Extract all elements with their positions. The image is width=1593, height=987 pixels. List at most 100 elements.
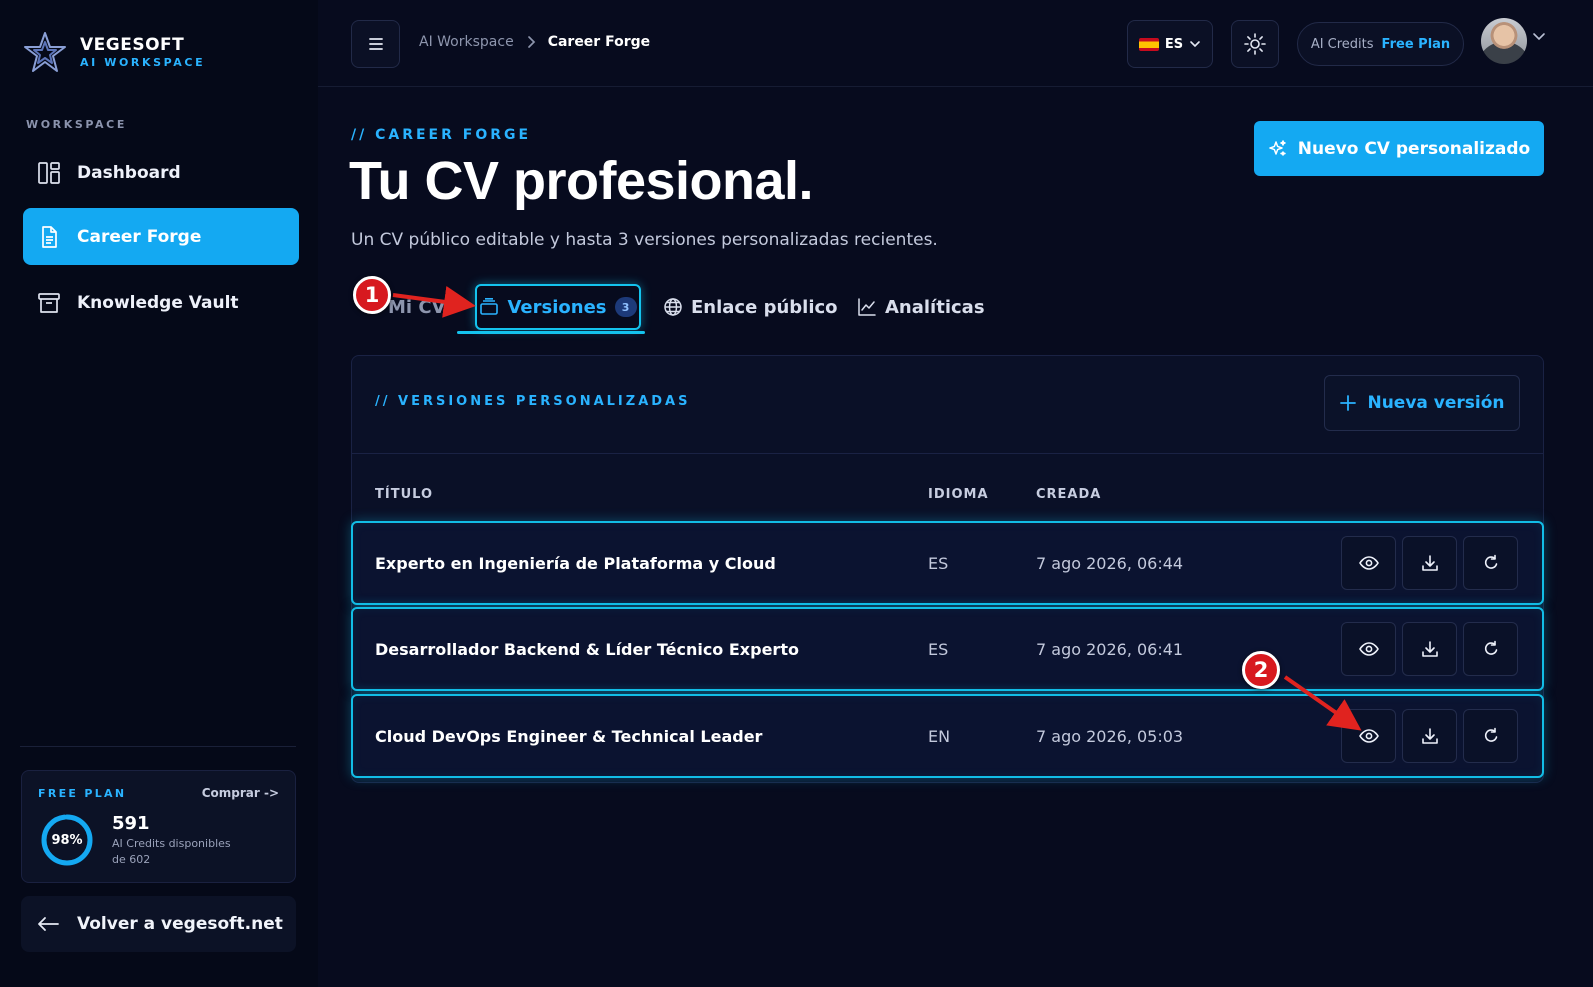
row-language: EN (928, 726, 951, 746)
back-to-site-button[interactable]: Volver a vegesoft.net (21, 896, 296, 952)
tab-public-link[interactable]: Enlace público (663, 284, 838, 330)
new-custom-cv-button[interactable]: Nuevo CV personalizado (1254, 121, 1544, 176)
refresh-icon (1484, 640, 1497, 655)
regenerate-button[interactable] (1463, 622, 1518, 676)
panel-title: // VERSIONES PERSONALIZADAS (375, 394, 691, 409)
versions-count-badge: 3 (614, 297, 637, 317)
topbar-divider (318, 86, 1593, 87)
download-icon (1421, 641, 1438, 657)
back-label: Volver a vegesoft.net (77, 914, 283, 934)
page-title: Tu CV profesional. (349, 151, 814, 211)
page-subtitle: Un CV público editable y hasta 3 version… (351, 230, 938, 250)
refresh-icon (1484, 554, 1497, 569)
credits-description: AI Credits disponibles de 602 (112, 836, 231, 868)
sidebar-item-knowledge-vault[interactable]: Knowledge Vault (23, 274, 299, 331)
star-logo-icon (24, 32, 66, 72)
column-header-language: IDIOMA (928, 487, 989, 502)
row-created: 7 ago 2026, 06:41 (1036, 639, 1184, 659)
line-chart-icon (858, 298, 876, 316)
sidebar-item-label: Knowledge Vault (77, 292, 239, 313)
column-header-created: CREADA (1036, 487, 1102, 502)
tab-analytics[interactable]: Analíticas (857, 284, 985, 330)
new-version-label: Nueva versión (1367, 393, 1505, 413)
panel-divider (352, 453, 1543, 454)
tab-label: Mi CV (388, 296, 446, 318)
plus-icon (1340, 395, 1357, 411)
archive-icon (38, 292, 60, 313)
breadcrumb: AI Workspace Career Forge (419, 34, 650, 50)
brand[interactable]: VEGESOFT AI WORKSPACE (22, 30, 205, 76)
credits-pill[interactable]: AI Credits Free Plan (1297, 22, 1464, 66)
tab-versions[interactable]: Versiones 3 (475, 284, 641, 330)
regenerate-button[interactable] (1463, 536, 1518, 590)
row-created: 7 ago 2026, 06:44 (1036, 553, 1184, 573)
plan-name: Free Plan (1381, 36, 1451, 52)
eye-icon (1358, 556, 1379, 570)
step-marker-2: 2 (1242, 651, 1280, 689)
view-button[interactable] (1341, 622, 1396, 676)
eye-icon (1358, 729, 1379, 743)
eye-icon (1358, 642, 1379, 656)
hamburger-icon (368, 38, 383, 50)
sidebar-section-label: WORKSPACE (26, 118, 127, 131)
sparkle-icon (1269, 139, 1286, 156)
step-marker-1: 1 (353, 276, 391, 314)
language-selector[interactable]: ES (1127, 20, 1213, 68)
refresh-icon (1484, 727, 1497, 742)
plan-label: FREE PLAN (38, 787, 127, 800)
row-title: Desarrollador Backend & Líder Técnico Ex… (375, 639, 799, 659)
row-title: Experto en Ingeniería de Plataforma y Cl… (375, 553, 776, 573)
theme-toggle[interactable] (1231, 20, 1279, 68)
credits-total: de 602 (112, 853, 151, 866)
row-title: Cloud DevOps Engineer & Technical Leader (375, 726, 763, 746)
row-language: ES (928, 553, 949, 573)
column-header-title: TÍTULO (375, 487, 433, 502)
sidebar-item-label: Dashboard (77, 162, 181, 183)
tab-my-cv[interactable]: Mi CV (388, 284, 446, 330)
globe-icon (664, 298, 682, 316)
chevron-right-icon (527, 36, 535, 48)
new-version-button[interactable]: Nueva versión (1324, 375, 1520, 431)
chevron-down-icon (1190, 41, 1200, 48)
download-icon (1421, 728, 1438, 744)
menu-button[interactable] (351, 20, 400, 68)
chevron-down-icon[interactable] (1532, 32, 1546, 42)
document-icon (42, 225, 57, 248)
table-row: Desarrollador Backend & Líder Técnico Ex… (351, 607, 1544, 691)
credits-desc-line: AI Credits disponibles (112, 837, 231, 850)
brand-name: VEGESOFT (80, 35, 185, 55)
new-cv-label: Nuevo CV personalizado (1297, 138, 1531, 159)
tab-label: Versiones (507, 296, 607, 318)
credits-percent: 98% (51, 832, 83, 848)
spain-flag-icon (1138, 37, 1159, 51)
regenerate-button[interactable] (1463, 709, 1518, 763)
brand-subtitle: AI WORKSPACE (80, 56, 206, 69)
view-button[interactable] (1341, 709, 1396, 763)
download-button[interactable] (1402, 709, 1457, 763)
page-eyebrow: // CAREER FORGE (351, 127, 532, 143)
sidebar-item-career-forge[interactable]: Career Forge (23, 208, 299, 265)
table-row: Cloud DevOps Engineer & Technical Leader… (351, 694, 1544, 778)
row-created: 7 ago 2026, 05:03 (1036, 726, 1184, 746)
credits-label: AI Credits (1310, 36, 1374, 52)
sidebar-divider (20, 746, 296, 747)
language-code: ES (1164, 36, 1184, 52)
tab-label: Enlace público (691, 296, 838, 318)
table-row: Experto en Ingeniería de Plataforma y Cl… (351, 521, 1544, 605)
download-button[interactable] (1402, 622, 1457, 676)
download-button[interactable] (1402, 536, 1457, 590)
buy-link[interactable]: Comprar -> (202, 786, 279, 800)
breadcrumb-current: Career Forge (547, 34, 651, 50)
sidebar-item-label: Career Forge (77, 226, 202, 247)
dashboard-icon (38, 161, 60, 184)
view-button[interactable] (1341, 536, 1396, 590)
active-tab-indicator (457, 331, 645, 334)
layers-icon (480, 298, 499, 315)
breadcrumb-parent[interactable]: AI Workspace (419, 34, 514, 50)
arrow-left-icon (38, 917, 59, 931)
sidebar: VEGESOFT AI WORKSPACE WORKSPACE Dashboar… (0, 0, 318, 987)
user-avatar[interactable] (1481, 18, 1527, 64)
download-icon (1421, 555, 1438, 571)
sun-icon (1244, 33, 1266, 55)
sidebar-item-dashboard[interactable]: Dashboard (23, 144, 299, 201)
